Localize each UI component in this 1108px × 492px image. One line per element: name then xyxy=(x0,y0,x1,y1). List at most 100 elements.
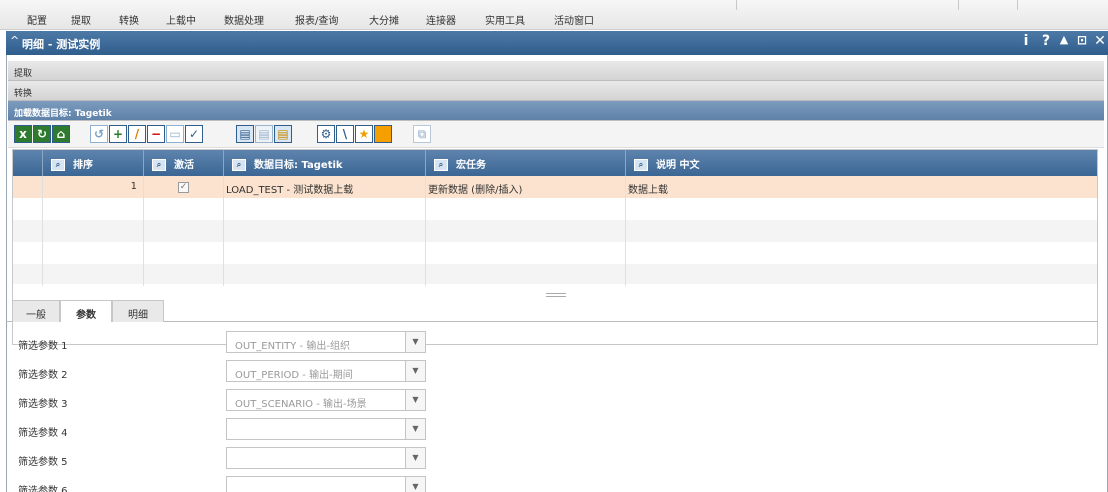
chevron-down-icon[interactable]: ▼ xyxy=(405,332,425,352)
section-extract[interactable]: 提取 xyxy=(8,61,1104,81)
grid-header: ⌕ 排序 ⌕ 激活 ⌕ 数据目标: Tagetik ⌕ 宏任务 ⌕ 说明 中文 xyxy=(13,150,1097,176)
star-icon[interactable]: ★ xyxy=(355,125,373,143)
menu-data-processing[interactable]: 数据处理 xyxy=(224,12,264,27)
column-header-description[interactable]: ⌕ 说明 中文 xyxy=(626,150,1097,176)
help-icon[interactable]: ? xyxy=(1038,33,1054,51)
chevron-down-icon[interactable]: ▼ xyxy=(405,419,425,439)
param-label: 筛选参数 3 xyxy=(18,399,68,410)
chevron-down-icon[interactable]: ▼ xyxy=(405,448,425,468)
menu-extract[interactable]: 提取 xyxy=(71,12,91,27)
undo-icon[interactable]: ↺ xyxy=(90,125,108,143)
menu-divider xyxy=(736,0,737,10)
param-select-6[interactable]: ▼ xyxy=(226,476,426,492)
active-checkbox[interactable]: ✓ xyxy=(178,182,189,193)
cell-order: 1 xyxy=(43,176,144,198)
param-row: 筛选参数 2 OUT_PERIOD - 输出-期间 ▼ xyxy=(12,360,512,384)
column-header-target[interactable]: ⌕ 数据目标: Tagetik xyxy=(224,150,426,176)
maximize-icon[interactable]: ⊡ xyxy=(1074,33,1090,51)
menu-utilities[interactable]: 实用工具 xyxy=(485,12,525,27)
paste-icon[interactable]: ▤ xyxy=(255,125,273,143)
chevron-down-icon[interactable]: ▼ xyxy=(405,390,425,410)
menu-connectors[interactable]: 连接器 xyxy=(426,12,456,27)
param-row: 筛选参数 1 OUT_ENTITY - 输出-组织 ▼ xyxy=(12,331,512,355)
tab-general[interactable]: 一般 xyxy=(12,300,60,322)
menu-loading[interactable]: 上载中 xyxy=(166,12,196,27)
menu-allocation[interactable]: 大分摊 xyxy=(369,12,399,27)
home-icon[interactable]: ⌂ xyxy=(52,125,70,143)
param-row: 筛选参数 4 ▼ xyxy=(12,418,512,442)
clone-icon[interactable]: ⧉ xyxy=(413,125,431,143)
settings-icon[interactable]: ⚙ xyxy=(317,125,335,143)
section-extract-label: 提取 xyxy=(14,69,33,79)
param-select-1[interactable]: OUT_ENTITY - 输出-组织 ▼ xyxy=(226,331,426,353)
resize-splitter[interactable] xyxy=(546,293,566,297)
param-select-2[interactable]: OUT_PERIOD - 输出-期间 ▼ xyxy=(226,360,426,382)
table-row-empty xyxy=(13,264,1097,286)
info-icon[interactable]: i xyxy=(1018,33,1034,51)
param-label: 筛选参数 6 xyxy=(18,486,68,492)
section-load-target[interactable]: 加载数据目标: Tagetik xyxy=(8,101,1104,121)
table-row-empty xyxy=(13,220,1097,242)
cell-macro: 更新数据 (删除/插入) xyxy=(426,176,626,198)
menu-reports[interactable]: 报表/查询 xyxy=(295,12,338,27)
menu-active-windows[interactable]: 活动窗口 xyxy=(554,12,594,27)
section-load-target-label: 加载数据目标: Tagetik xyxy=(14,109,112,119)
section-transform[interactable]: 转换 xyxy=(8,81,1104,101)
minimize-icon[interactable]: ▲ xyxy=(1056,33,1072,51)
window-title-bar: ^ 明细 - 测试实例 i ? ▲ ⊡ ✕ xyxy=(6,31,1108,55)
table-row-empty xyxy=(13,198,1097,220)
menu-divider xyxy=(958,0,959,10)
chevron-down-icon[interactable]: ▼ xyxy=(405,477,425,492)
param-label: 筛选参数 1 xyxy=(18,341,68,352)
add-icon[interactable]: + xyxy=(109,125,127,143)
menu-divider xyxy=(1017,0,1018,10)
search-icon[interactable]: ⌕ xyxy=(152,159,166,171)
close-icon[interactable]: ✕ xyxy=(1092,33,1108,51)
param-select-3[interactable]: OUT_SCENARIO - 输出-场景 ▼ xyxy=(226,389,426,411)
edit-pencil-icon[interactable]: / xyxy=(128,125,146,143)
top-menu-bar: 配置 提取 转换 上载中 数据处理 报表/查询 大分摊 连接器 实用工具 活动窗… xyxy=(0,0,1108,30)
grid-toolbar: x ↻ ⌂ ↺ + / − ▭ ✓ ▤ ▤ ▤ ⚙ \ ★ ■ ⧉ xyxy=(8,121,1104,148)
param-row: 筛选参数 3 OUT_SCENARIO - 输出-场景 ▼ xyxy=(12,389,512,413)
window-title: 明细 - 测试实例 xyxy=(22,38,101,51)
table-row[interactable]: 1 ✓ LOAD_TEST - 测试数据上载 更新数据 (删除/插入) 数据上载 xyxy=(13,176,1097,198)
column-header-order[interactable]: ⌕ 排序 xyxy=(43,150,144,176)
param-label: 筛选参数 4 xyxy=(18,428,68,439)
copy-icon[interactable]: ▤ xyxy=(236,125,254,143)
search-icon[interactable]: ⌕ xyxy=(634,159,648,171)
cell-target: LOAD_TEST - 测试数据上载 xyxy=(224,176,426,198)
search-icon[interactable]: ⌕ xyxy=(232,159,246,171)
refresh-green-icon[interactable]: ↻ xyxy=(33,125,51,143)
search-icon[interactable]: ⌕ xyxy=(434,159,448,171)
menu-transform[interactable]: 转换 xyxy=(119,12,139,27)
delete-icon[interactable]: − xyxy=(147,125,165,143)
tab-parameters[interactable]: 参数 xyxy=(60,300,112,322)
save-icon[interactable]: ▭ xyxy=(166,125,184,143)
section-transform-label: 转换 xyxy=(14,89,33,99)
param-select-4[interactable]: ▼ xyxy=(226,418,426,440)
column-header-macro[interactable]: ⌕ 宏任务 xyxy=(426,150,626,176)
parameters-panel: 筛选参数 1 OUT_ENTITY - 输出-组织 ▼ 筛选参数 2 OUT_P… xyxy=(12,331,1104,492)
param-select-5[interactable]: ▼ xyxy=(226,447,426,469)
excel-export-icon[interactable]: x xyxy=(14,125,32,143)
menu-config[interactable]: 配置 xyxy=(27,12,47,27)
tab-bar: 一般 参数 明细 xyxy=(6,300,1098,322)
param-label: 筛选参数 5 xyxy=(18,457,68,468)
search-icon[interactable]: ⌕ xyxy=(51,159,65,171)
row-selector[interactable] xyxy=(13,176,43,198)
confirm-check-icon[interactable]: ✓ xyxy=(185,125,203,143)
cell-active: ✓ xyxy=(144,176,224,198)
tab-detail[interactable]: 明细 xyxy=(112,300,164,322)
edit-document-icon[interactable]: ▤ xyxy=(274,125,292,143)
param-label: 筛选参数 2 xyxy=(18,370,68,381)
param-row: 筛选参数 6 ▼ xyxy=(12,476,512,492)
row-selector-header xyxy=(13,150,43,176)
chevron-down-icon[interactable]: ▼ xyxy=(405,361,425,381)
wrench-icon[interactable]: \ xyxy=(336,125,354,143)
highlight-icon[interactable]: ■ xyxy=(374,125,392,143)
column-header-active[interactable]: ⌕ 激活 xyxy=(144,150,224,176)
collapse-caret-icon[interactable]: ^ xyxy=(10,34,19,47)
param-row: 筛选参数 5 ▼ xyxy=(12,447,512,471)
cell-description: 数据上载 xyxy=(628,185,668,196)
table-row-empty xyxy=(13,242,1097,264)
